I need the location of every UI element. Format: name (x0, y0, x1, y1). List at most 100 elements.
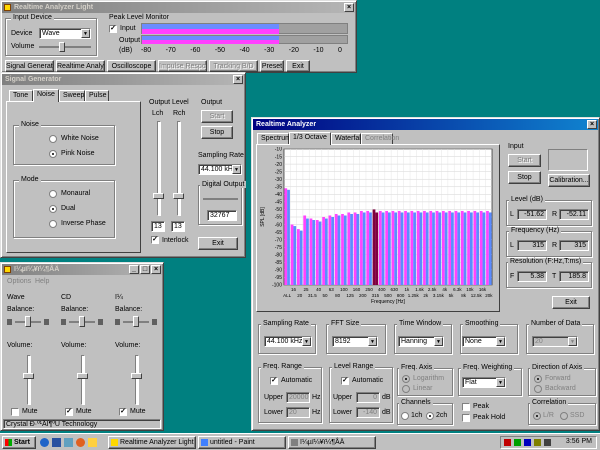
monaural-radio[interactable] (49, 190, 57, 198)
mute-checkbox[interactable]: ✓ (119, 408, 127, 416)
balance-slider-thumb[interactable] (25, 316, 31, 327)
rta-tab-waterfall[interactable]: Waterfall (331, 133, 362, 144)
siggen-sampling-select[interactable]: 44.100 kHz ▼ (198, 164, 242, 175)
volume-slider-thumb[interactable] (23, 373, 34, 379)
volume-slider-track[interactable] (27, 355, 31, 405)
main-btn-oscilloscope[interactable]: Oscilloscope (107, 60, 156, 72)
pink-noise-label[interactable]: Pink Noise (61, 150, 94, 157)
menu-options[interactable]: Options (7, 278, 31, 285)
siggen-exit-button[interactable]: Exit (198, 237, 238, 250)
siggen-start-button[interactable]: Start (201, 110, 233, 123)
volume-slider-thumb[interactable] (131, 373, 142, 379)
mute-checkbox[interactable]: ✓ (65, 408, 73, 416)
backward-radio[interactable] (534, 385, 542, 393)
volume-slider-thumb[interactable] (59, 42, 65, 52)
tray-icon-3[interactable] (524, 439, 531, 446)
chevron-down-icon[interactable]: ▼ (496, 337, 505, 346)
tray-icon-4[interactable] (534, 439, 541, 446)
interlock-label[interactable]: Interlock (162, 237, 188, 244)
lch-slider-thumb[interactable] (153, 193, 164, 199)
siggen-tab-pulse[interactable]: Pulse (85, 90, 109, 101)
start-button[interactable]: Start (2, 436, 36, 449)
siggen-tab-noise[interactable]: Noise (33, 89, 59, 102)
freq-range-auto-checkbox[interactable]: ✓ (270, 377, 278, 385)
mixer-titlebar[interactable]: ï¼µï¼¥ï¼¶ÅÄ _ □ × (2, 264, 162, 275)
siggen-titlebar[interactable]: Signal Generator × (2, 74, 244, 85)
digital-output-slider[interactable] (203, 198, 238, 200)
number-of-data-select[interactable]: 20 ▼ (532, 336, 578, 347)
main-btn-preset[interactable]: Preset (260, 60, 284, 72)
close-icon[interactable]: × (233, 75, 243, 84)
level-range-auto-checkbox[interactable]: ✓ (341, 377, 349, 385)
chevron-down-icon[interactable]: ▼ (568, 337, 577, 346)
balance-slider-thumb[interactable] (133, 316, 139, 327)
chevron-down-icon[interactable]: ▼ (434, 337, 443, 346)
balance-slider-thumb[interactable] (79, 316, 85, 327)
lr-upper-field[interactable]: 0 (356, 392, 380, 403)
taskbar-item-paint[interactable]: untitled - Paint (198, 436, 286, 449)
peak-label[interactable]: Peak (473, 403, 489, 410)
outlook-icon[interactable] (52, 438, 61, 447)
volume-slider-thumb[interactable] (77, 373, 88, 379)
calibration-button[interactable]: Calibration... (548, 174, 590, 187)
monaural-label[interactable]: Monaural (61, 190, 90, 197)
taskbar-item-analyzer[interactable]: Realtime Analyzer Light (108, 436, 196, 449)
close-icon[interactable]: × (344, 3, 354, 12)
level-range-auto-label[interactable]: Automatic (352, 377, 383, 384)
chevron-down-icon[interactable]: ▼ (496, 378, 505, 387)
fr-lower-field[interactable]: 20 (286, 407, 310, 418)
device-select[interactable]: Wave ▼ (39, 28, 91, 39)
rta-exit-button[interactable]: Exit (552, 296, 590, 309)
linear-label[interactable]: Linear (413, 385, 432, 392)
dual-radio[interactable] (49, 205, 57, 213)
lch-slider-track[interactable] (157, 121, 161, 216)
white-noise-label[interactable]: White Noise (61, 135, 99, 142)
siggen-tab-tone[interactable]: Tone (9, 90, 33, 101)
tray-icon-2[interactable] (514, 439, 521, 446)
rta-titlebar[interactable]: Realtime Analyzer × (253, 119, 598, 130)
peak-checkbox[interactable] (462, 403, 470, 411)
backward-label[interactable]: Backward (545, 385, 576, 392)
inverse-phase-label[interactable]: Inverse Phase (61, 220, 106, 227)
chevron-down-icon[interactable]: ▼ (232, 165, 241, 174)
rta-stop-button[interactable]: Stop (508, 171, 541, 184)
folder-icon[interactable] (88, 438, 97, 447)
mute-label[interactable]: Mute (22, 408, 38, 415)
fft-size-select[interactable]: 8192 ▼ (332, 336, 378, 347)
forward-label[interactable]: Forward (545, 375, 571, 382)
main-btn-realtime-analyzer[interactable]: Realtime Analyzer (56, 60, 105, 72)
tray-icon-1[interactable] (504, 439, 511, 446)
corr-lr-label[interactable]: L/R (543, 412, 554, 419)
taskbar-item-mixer[interactable]: ï¼µï¼¥ï¼¶ÅÄ (288, 436, 376, 449)
input-checkbox[interactable]: ✓ (109, 25, 117, 33)
menu-help[interactable]: Help (35, 278, 49, 285)
corr-lr-radio[interactable] (533, 412, 541, 420)
mute-label[interactable]: Mute (76, 408, 92, 415)
forward-radio[interactable] (534, 375, 542, 383)
rta-tab-correlation[interactable]: Correlation (361, 133, 399, 144)
siggen-tab-sweep[interactable]: Sweep (59, 90, 85, 101)
minimize-icon[interactable]: _ (129, 265, 139, 274)
main-btn-impulse-response[interactable]: Impulse Response (158, 60, 207, 72)
channel-2-label[interactable]: 2ch (436, 412, 447, 419)
white-noise-radio[interactable] (49, 135, 57, 143)
volume-slider-track[interactable] (135, 355, 139, 405)
rch-slider-track[interactable] (177, 121, 181, 216)
siggen-stop-button[interactable]: Stop (201, 126, 233, 139)
ie-icon[interactable] (40, 438, 49, 447)
chevron-down-icon[interactable]: ▼ (302, 337, 311, 346)
freq-range-auto-label[interactable]: Automatic (281, 377, 312, 384)
desktop-icon[interactable] (64, 438, 73, 447)
taskbar-clock[interactable]: 3:56 PM (566, 438, 592, 445)
linear-radio[interactable] (402, 385, 410, 393)
rch-value-field[interactable]: 13 (171, 221, 185, 232)
corr-ssd-label[interactable]: SSD (570, 412, 584, 419)
speaker-icon[interactable] (544, 439, 551, 446)
rch-slider-thumb[interactable] (173, 193, 184, 199)
peak-hold-checkbox[interactable] (462, 414, 470, 422)
digital-output-field[interactable]: 32767 (207, 210, 237, 221)
close-icon[interactable]: × (151, 265, 161, 274)
interlock-checkbox[interactable]: ✓ (151, 236, 159, 244)
mute-checkbox[interactable] (11, 408, 19, 416)
maximize-icon[interactable]: □ (140, 265, 150, 274)
